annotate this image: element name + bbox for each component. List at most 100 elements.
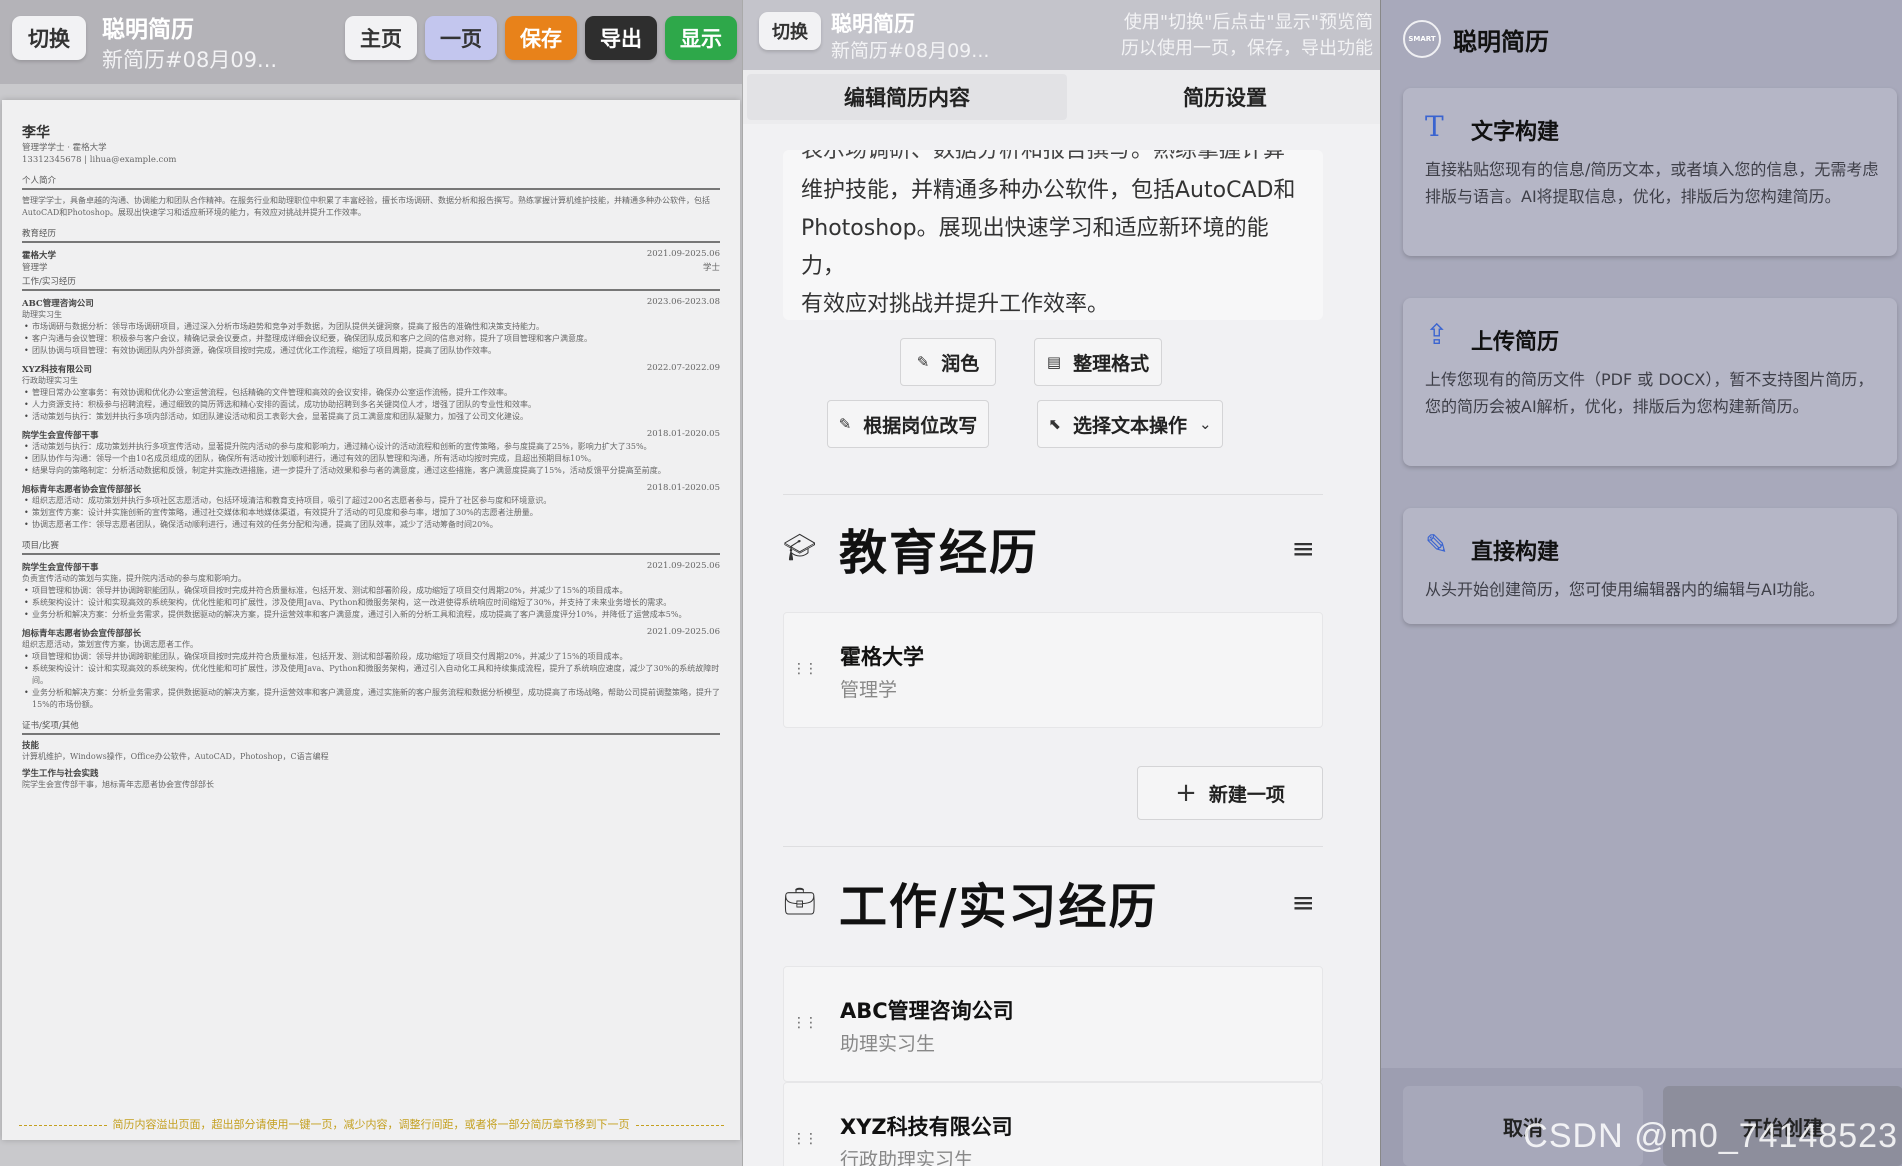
work-section-header: 💼︎ 工作/实习经历 ≡ (783, 870, 1323, 935)
section-menu-icon[interactable]: ≡ (1292, 886, 1315, 919)
option-upload-resume[interactable]: ⇪ 上传简历 上传您现有的简历文件（PDF 或 DOCX），暂不支持图片简历，您… (1403, 298, 1897, 466)
select-ops-label: 选择文本操作 (1072, 414, 1187, 437)
magic-pen-icon: ✎ (838, 415, 852, 433)
resume-edu-subrow: 管理学 学士 (22, 261, 720, 273)
resume-project-date: 2021.09-2025.06 (646, 561, 720, 571)
section-menu-icon[interactable]: ≡ (1292, 532, 1315, 565)
rewrite-label: 根据岗位改写 (863, 414, 978, 437)
resume-project-date: 2021.09-2025.06 (646, 627, 720, 637)
select-text-ops-dropdown[interactable]: ⬉ 选择文本操作 ⌄ (1037, 400, 1223, 448)
resume-bullet: 人力资源支持：积极参与招聘流程，通过细致的简历筛选和精心安排的面试，成功协助招聘… (24, 399, 720, 411)
app-title: 聪明简历 (831, 12, 915, 36)
text-line: 有效应对挑战并提升工作效率。 (801, 292, 1110, 317)
tab-resume-settings[interactable]: 简历设置 (1073, 74, 1377, 120)
work-company: ABC管理咨询公司 (840, 999, 1014, 1023)
education-item[interactable]: ⋮⋮ 霍格大学 管理学 (783, 612, 1323, 728)
upload-icon: ⇪ (1425, 318, 1449, 351)
resume-job-date: 2018.01-2020.05 (646, 429, 720, 439)
option-direct-build[interactable]: ✎ 直接构建 从头开始创建简历，您可使用编辑器内的编辑与AI功能。 (1403, 508, 1897, 624)
chevron-down-icon: ⌄ (1199, 415, 1212, 433)
resume-project-title: 院学生会宣传部干事 (22, 563, 99, 573)
briefcase-icon: 💼︎ (783, 887, 817, 917)
resume-page: 李华 管理学学士 · 霍格大学 13312345678 | lihua@exam… (2, 100, 740, 1140)
tab-edit-content[interactable]: 编辑简历内容 (747, 74, 1067, 120)
resume-edu-row: 霍格大学 2021.09-2025.06 (22, 249, 720, 261)
resume-skills-text: 计算机维护，Windows操作，Office办公软件，AutoCAD，Photo… (22, 752, 329, 761)
work-company: XYZ科技有限公司 (840, 1115, 1013, 1139)
resume-job-company: XYZ科技有限公司 (22, 365, 92, 375)
show-button[interactable]: 显示 (665, 16, 737, 60)
magic-pen-icon: ✎ (916, 353, 930, 371)
drag-handle-icon[interactable]: ⋮⋮ (792, 1015, 818, 1031)
resume-job-company: 院学生会宣传部干事 (22, 431, 99, 441)
home-button[interactable]: 主页 (345, 16, 417, 60)
format-label: 整理格式 (1073, 352, 1150, 375)
create-resume-dialog: SMART 聪明简历 T 文字构建 直接粘贴您现有的信息/简历文本，或者填入您的… (1380, 0, 1902, 1166)
education-section-title: 教育经历 (839, 525, 1040, 581)
resume-bullet: 客户沟通与会议管理：积极参与客户会议，精确记录会议要点，并整理成详细会议纪要，确… (24, 333, 720, 345)
editor-tabs: 编辑简历内容 简历设置 (743, 70, 1380, 124)
resume-project: 旭标青年志愿者协会宣传部部长 2021.09-2025.06 组织志愿活动，策划宣… (22, 627, 720, 711)
format-button[interactable]: ▤ 整理格式 (1034, 338, 1162, 386)
resume-bullet: 业务分析和解决方案：分析业务需求，提供数据驱动的解决方案，提升运营效率和客户满意… (24, 609, 720, 621)
resume-bullet: 策划宣传方案：设计并实施创新的宣传策略，通过社交媒体和本地媒体渠道，有效提升了活… (24, 507, 720, 519)
resume-social-title: 学生工作与社会实践 (22, 769, 99, 779)
resume-subtitle: 管理学学士 · 霍格大学 (22, 143, 107, 153)
format-icon: ▤ (1046, 353, 1062, 371)
resume-job-date: 2023.06-2023.08 (646, 297, 720, 307)
resume-job: XYZ科技有限公司 2022.07-2022.09 行政助理实习生 管理日常办公室… (22, 363, 720, 423)
resume-bullet: 项目管理和协调：领导并协调跨职能团队，确保项目按时完成并符合质量标准，包括开发、… (24, 585, 720, 597)
switch-button[interactable]: 切换 (12, 16, 86, 60)
work-section-title: 工作/实习经历 (839, 879, 1159, 935)
option-description: 直接粘贴您现有的信息/简历文本，或者填入您的信息，无需考虑排版与语言。AI将提取… (1425, 160, 1879, 206)
dialog-title: 聪明简历 (1453, 28, 1549, 56)
option-title: 上传简历 (1471, 330, 1560, 355)
work-item[interactable]: ⋮⋮ ABC管理咨询公司 助理实习生 (783, 966, 1323, 1082)
resume-job-list: ABC管理咨询公司 2023.06-2023.08 助理实习生 市场调研与数据分析… (22, 297, 720, 531)
resume-bullet: 管理日常办公室事务：有效协调和优化办公室运营流程，包括精确的文件管理和高效的会议… (24, 387, 720, 399)
resume-bullet: 项目管理和协调：领导并协调跨职能团队，确保项目按时完成并符合质量标准，包括开发、… (24, 651, 720, 663)
resume-bullet: 活动策划与执行：策划并执行多项内部活动，如团队建设活动和员工表彰大会，显著提高了… (24, 411, 720, 423)
option-description: 从头开始创建简历，您可使用编辑器内的编辑与AI功能。 (1425, 580, 1825, 599)
switch-button[interactable]: 切换 (759, 12, 821, 50)
drag-handle-icon[interactable]: ⋮⋮ (792, 661, 818, 677)
divider (783, 494, 1323, 495)
option-text-build[interactable]: T 文字构建 直接粘贴您现有的信息/简历文本，或者填入您的信息，无需考虑排版与语… (1403, 88, 1897, 256)
new-item-button[interactable]: + 新建一项 (1137, 766, 1323, 820)
resume-bullet: 市场调研与数据分析：领导市场调研项目，通过深入分析市场趋势和竞争对手数据，为团队… (24, 321, 720, 333)
divider (783, 846, 1323, 847)
text-line: 维护技能，并精通多种办公软件，包括AutoCAD和 (801, 178, 1296, 203)
resume-job-date: 2022.07-2022.09 (646, 363, 720, 373)
work-role: 助理实习生 (840, 1033, 936, 1055)
drag-handle-icon[interactable]: ⋮⋮ (792, 1131, 818, 1147)
resume-preview-panel: 切换 聪明简历 新简历#08月09... 主页 一页 保存 导出 显示 李华 管… (0, 0, 742, 1166)
option-title: 直接构建 (1471, 540, 1560, 565)
save-button[interactable]: 保存 (505, 16, 577, 60)
resume-edu-school: 霍格大学 (22, 251, 57, 261)
profile-textarea[interactable]: 表示场调研、数据分析和报告撰写。熟练掌握计算机 维护技能，并精通多种办公软件，包… (783, 150, 1323, 320)
one-page-button[interactable]: 一页 (425, 16, 497, 60)
resume-bullet: 团队协作与沟通：领导一个由10名成员组成的团队，确保所有活动按计划顺利进行，通过… (24, 453, 720, 465)
pencil-icon: ✎ (1425, 528, 1449, 561)
graduation-cap-icon: 🎓︎ (783, 533, 817, 563)
resume-project-title: 旭标青年志愿者协会宣传部部长 (22, 629, 142, 639)
resume-section-profile: 个人简介 (22, 174, 720, 190)
watermark: CSDN @m0_74148523 (1523, 1117, 1898, 1155)
resume-job-company: ABC管理咨询公司 (22, 299, 94, 309)
resume-job-role: 行政助理实习生 (22, 376, 78, 385)
resume-job: 旭标青年志愿者协会宣传部部长 2018.01-2020.05 组织志愿活动：成功策… (22, 483, 720, 531)
work-item[interactable]: ⋮⋮ XYZ科技有限公司 行政助理实习生 (783, 1082, 1323, 1166)
polish-button[interactable]: ✎ 润色 (900, 338, 996, 386)
resume-section-education: 教育经历 (22, 227, 720, 243)
app-logo: SMART (1403, 20, 1441, 58)
rewrite-for-job-button[interactable]: ✎ 根据岗位改写 (827, 400, 989, 448)
dialog-header: SMART 聪明简历 (1381, 0, 1902, 80)
resume-bullet: 协调志愿者工作：领导志愿者团队，确保活动顺利进行，通过有效的任务分配和沟通，提高… (24, 519, 720, 531)
resume-profile-text: 管理学学士，具备卓越的沟通、协调能力和团队合作精神。在服务行业和助理职位中积累了… (22, 196, 710, 217)
export-button[interactable]: 导出 (585, 16, 657, 60)
cursor-icon: ⬉ (1048, 415, 1061, 433)
overflow-hint: 简历内容溢出页面，超出部分请使用一键一页，减少内容，调整行间距，或者将一部分简历… (2, 1116, 740, 1132)
resume-edu-major: 管理学 (22, 263, 48, 273)
resume-job-company: 旭标青年志愿者协会宣传部部长 (22, 485, 142, 495)
resume-section-certs: 证书/奖项/其他 (22, 719, 720, 735)
